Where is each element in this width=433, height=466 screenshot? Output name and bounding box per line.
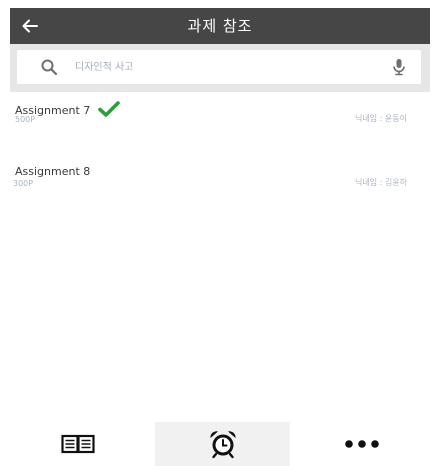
tab-more[interactable]	[290, 422, 433, 466]
book-icon	[60, 434, 95, 454]
page-title: 과제 참조	[187, 17, 253, 35]
alarm-clock-icon	[209, 431, 236, 459]
tab-alarm[interactable]	[155, 422, 290, 466]
list-item[interactable]: Assignment 8 300P 닉네임 : 김윤하	[0, 165, 433, 213]
assignment-author: 닉네임 : 윤동이	[355, 114, 407, 123]
assignment-author: 닉네임 : 김윤하	[355, 178, 407, 187]
search-area	[10, 44, 430, 92]
top-app-bar: 과제 참조	[10, 8, 430, 44]
assignment-reference-screen: 과제 참조 Assignment 7 500P 닉네임 : 윤동이	[0, 0, 433, 466]
search-icon[interactable]	[40, 58, 58, 76]
bottom-navigation	[0, 422, 433, 466]
microphone-icon[interactable]	[389, 57, 409, 77]
tab-book[interactable]	[0, 422, 155, 466]
more-dots-icon	[344, 440, 379, 448]
search-box[interactable]	[17, 50, 421, 84]
checkmark-icon	[97, 101, 120, 117]
search-input[interactable]	[75, 54, 375, 80]
assignment-title-row: Assignment 8	[15, 165, 90, 178]
assignment-points: 500P	[15, 115, 36, 124]
list-item[interactable]: Assignment 7 500P 닉네임 : 윤동이	[0, 101, 433, 149]
assignment-title: Assignment 8	[15, 165, 91, 178]
assignment-points: 300P	[13, 179, 34, 188]
